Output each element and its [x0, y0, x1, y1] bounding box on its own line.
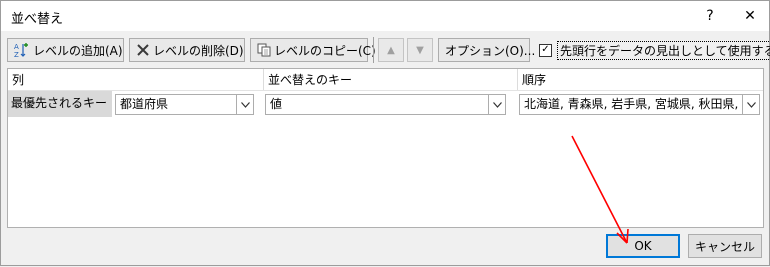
column-header-column: 列 — [12, 73, 25, 87]
sort-level-label: 最優先されるキー — [8, 91, 112, 117]
delete-x-icon — [136, 42, 150, 58]
column-select-value: 都道府県 — [120, 97, 169, 111]
toolbar: A Z レベルの追加(A) レベルの削除(D) レベルのコピー(C) ▲ ▼ オ… — [1, 31, 770, 68]
svg-text:Z: Z — [14, 51, 19, 58]
delete-level-button[interactable]: レベルの削除(D) — [129, 38, 245, 62]
checkbox-checked-icon: ✓ — [539, 43, 552, 57]
copy-level-label: レベルのコピー(C) — [274, 43, 376, 58]
add-level-button[interactable]: A Z レベルの追加(A) — [7, 38, 124, 62]
copy-level-button[interactable]: レベルのコピー(C) — [250, 38, 376, 62]
add-level-label: レベルの追加(A) — [33, 43, 123, 58]
column-header-sort-on: 並べ替えのキー — [268, 73, 353, 87]
sort-on-select-value: 値 — [270, 97, 283, 111]
options-button[interactable]: オプション(O)... — [438, 38, 535, 62]
options-label: オプション(O)... — [445, 43, 536, 58]
chevron-down-icon[interactable] — [488, 95, 505, 114]
sort-dialog: 並べ替え ? ✕ A Z レベルの追加(A) レベルの削除(D) レベルのコピー… — [0, 0, 770, 266]
dialog-title: 並べ替え — [11, 12, 64, 27]
column-select[interactable]: 都道府県 — [115, 94, 254, 115]
column-header-order: 順序 — [522, 73, 547, 87]
toolbar-separator — [373, 37, 374, 63]
move-up-icon: ▲ — [387, 44, 395, 56]
add-level-icon: A Z — [14, 42, 30, 58]
chevron-down-icon[interactable] — [236, 95, 253, 114]
order-select-value: 北海道, 青森県, 岩手県, 宮城県, 秋田県, 山 — [524, 97, 742, 111]
svg-text:A: A — [14, 43, 19, 51]
sort-levels-grid: 列 並べ替えのキー 順序 最優先されるキー 都道府県 値 北海道, 青森県, 岩… — [7, 68, 764, 228]
ok-button[interactable]: OK — [606, 234, 680, 258]
order-select[interactable]: 北海道, 青森県, 岩手県, 宮城県, 秋田県, 山 — [519, 94, 760, 115]
delete-level-label: レベルの削除(D) — [153, 43, 244, 58]
header-row-checkbox-label: 先頭行をデータの見出しとして使用する(H) — [557, 40, 770, 60]
help-button[interactable]: ? — [693, 1, 727, 31]
close-button[interactable]: ✕ — [733, 1, 767, 31]
header-border — [8, 90, 763, 91]
chevron-down-icon[interactable] — [742, 95, 759, 114]
cancel-button[interactable]: キャンセル — [688, 234, 762, 258]
sort-on-select[interactable]: 値 — [265, 94, 506, 115]
move-down-icon: ▼ — [416, 44, 424, 56]
move-up-button[interactable]: ▲ — [378, 38, 404, 62]
move-down-button[interactable]: ▼ — [407, 38, 433, 62]
header-row-checkbox[interactable]: ✓ 先頭行をデータの見出しとして使用する(H) — [539, 40, 770, 60]
title-bar: 並べ替え ? ✕ — [1, 1, 769, 31]
copy-icon — [257, 42, 271, 58]
